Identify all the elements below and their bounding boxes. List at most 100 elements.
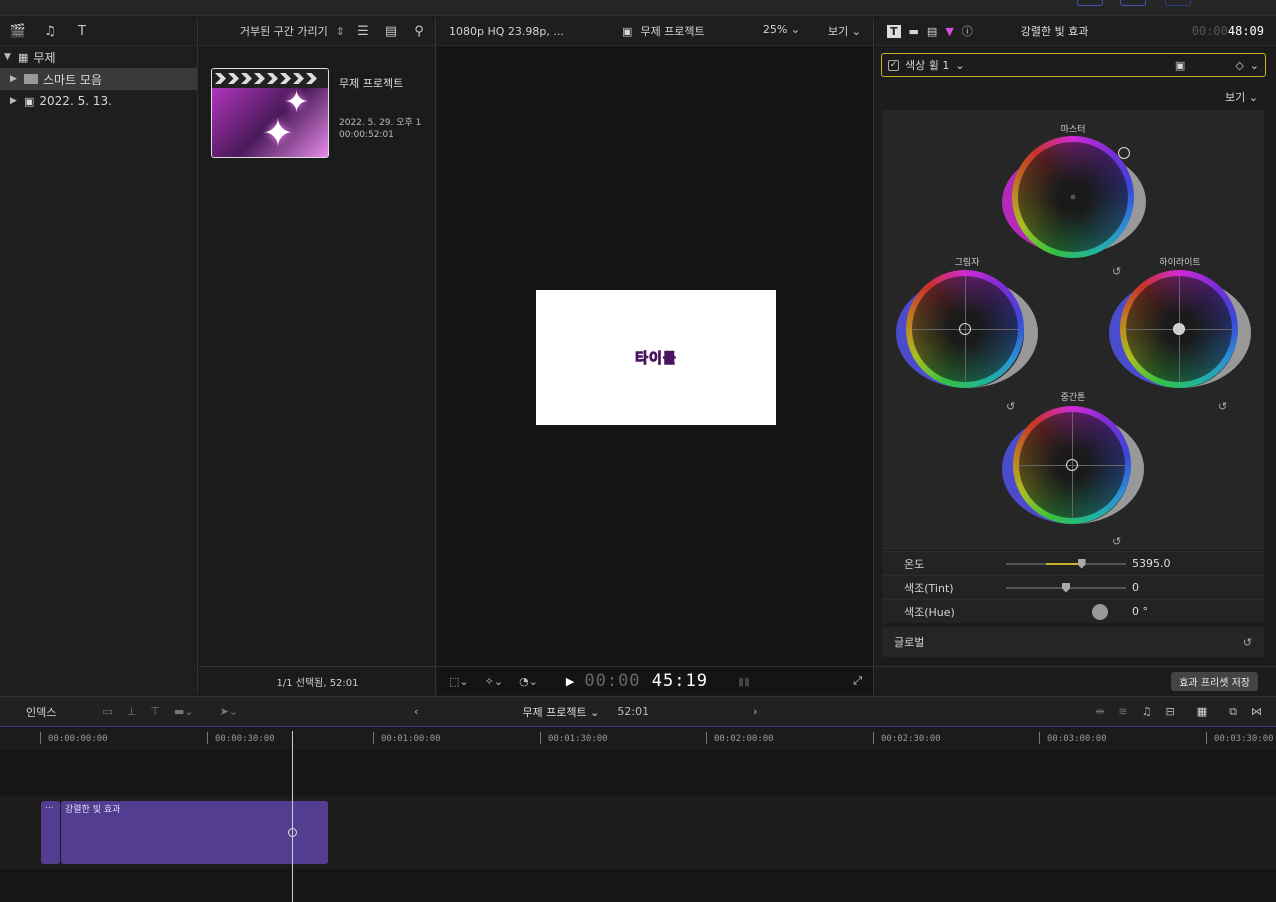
timeline-clip[interactable]: 강렬한 빛 효과 [61,801,328,864]
reset-icon[interactable]: ↺ [1243,636,1252,649]
effect-name[interactable]: 색상 휠 1 [905,57,949,73]
timeline-project-dropdown[interactable]: 무제 프로젝트 ⌄ [522,704,599,720]
hue-dial[interactable] [1092,603,1108,620]
shadows-color-wheel[interactable] [906,270,1024,388]
reset-icon[interactable]: ↺ [1218,400,1227,413]
overwrite-clip-icon[interactable]: ▬⌄ [174,705,194,718]
audio-meter: ▮▮ [737,674,751,688]
search-icon[interactable]: ⚲ [409,22,429,40]
enhance-wand-icon[interactable]: ✧⌄ [485,675,503,688]
timeline-tracks[interactable]: ... 강렬한 빛 효과 [0,750,1276,902]
effects-browser-icon[interactable]: ⧉ [1229,705,1237,719]
audio-skimming-icon[interactable]: ≋ [1118,705,1127,718]
param-value[interactable]: 5395.0 [1132,557,1171,570]
selection-status: 1/1 선택됨, 52:01 [199,666,436,695]
timeline-clip-label: 강렬한 빛 효과 [65,805,121,815]
reset-icon[interactable]: ↺ [1006,400,1015,413]
skimming-icon[interactable]: ⇹ [1095,705,1104,718]
library-item-untitled[interactable]: ▼ ▦ 무제 [0,46,197,68]
mask-icon[interactable]: ▣ [1175,59,1185,72]
zoom-value: 25% [762,23,788,36]
param-label: 색조(Tint) [904,581,954,595]
select-tool-icon[interactable]: ➤⌄ [220,705,238,718]
clapperboard-icon[interactable]: 🎬 [8,22,28,40]
global-label: 글로벌 [894,636,925,649]
reset-icon[interactable]: ↺ [1112,535,1121,548]
clip-appearance-icon[interactable]: ☰ [353,22,373,40]
midtones-color-wheel[interactable] [1013,406,1131,524]
global-section[interactable]: 글로벌 ↺ [882,627,1264,657]
top-indicator-2 [1120,0,1146,6]
titles-generators-icon[interactable]: T [72,22,92,40]
wheel-puck[interactable] [1118,147,1131,160]
connect-clip-icon[interactable]: ▭ [102,705,112,718]
ruler-label: 00:01:30:00 [548,734,608,744]
save-effects-preset-button[interactable]: 효과 프리셋 저장 [1171,671,1258,691]
inspector-timecode: 00:0048:09 [1192,24,1264,38]
chevron-updown-icon[interactable]: ⇕ [336,25,345,38]
music-photos-icon[interactable]: ♫ [40,22,60,40]
append-clip-icon[interactable]: ⊤ [150,705,160,718]
format-label[interactable]: 1080p HQ 23.98p, ... [449,25,564,38]
wheel-puck[interactable] [959,323,971,335]
param-value[interactable]: 0 [1132,581,1139,594]
param-label: 온도 [904,557,925,571]
timeline-ruler[interactable]: 00:00:00:00 00:00:30:00 00:01:00:00 00:0… [0,728,1276,750]
snapping-icon[interactable]: ⊟ [1166,705,1175,718]
text-inspector-icon[interactable]: T [887,24,901,38]
play-icon[interactable]: ▶ [566,675,574,688]
index-button[interactable]: 인덱스 [26,704,56,720]
back-arrow-icon[interactable]: ‹ [414,705,418,718]
highlights-color-wheel[interactable] [1120,270,1238,388]
wheel-puck[interactable] [1173,323,1185,335]
video-inspector-icon[interactable]: ▤ [927,25,937,38]
generator-inspector-icon[interactable]: ▬ [909,25,919,38]
insert-clip-icon[interactable]: ⊥ [127,705,137,718]
fullscreen-icon[interactable]: ⤢ [853,674,862,688]
view-dropdown[interactable]: 보기 ⌄ [828,23,861,39]
chevron-down-icon[interactable]: ⌄ [955,59,964,72]
disclosure-closed-icon[interactable]: ▶ [10,96,19,106]
temperature-slider[interactable] [1006,558,1126,569]
video-frame[interactable]: 타이틀 [536,290,776,425]
effect-enable-checkbox[interactable]: ✓ [888,59,899,71]
param-label: 색조(Hue) [904,605,955,619]
zoom-dropdown[interactable]: 25% ⌄ [763,23,800,39]
clip-duration: 00:00:52:01 [339,130,394,140]
forward-arrow-icon[interactable]: › [753,705,757,718]
wheel-puck[interactable] [1066,459,1078,471]
project-thumbnail[interactable]: ✦ ✦ [211,68,329,158]
window-top-bar [0,0,1276,16]
inspector-view-dropdown[interactable]: 보기 ⌄ [1225,89,1258,105]
keyframe-icon[interactable]: ◇ [1235,59,1243,72]
timeline-toolbar: 인덱스 ▭ ⊥ ⊤ ▬⌄ ➤⌄ ‹ 무제 프로젝트 ⌄ 52:01 › ⇹ ≋ … [0,696,1276,727]
clip-appearance-icon[interactable]: ▦ [1197,705,1207,718]
color-inspector-icon[interactable]: ▼ [945,25,953,38]
timecode-hours: 00:00 [584,671,641,691]
transitions-browser-icon[interactable]: ⋈ [1251,705,1262,718]
info-icon[interactable]: ⓘ [962,23,973,39]
master-color-wheel[interactable] [1012,136,1134,258]
transform-icon[interactable]: ⬚⌄ [449,675,469,688]
param-value[interactable]: 0 ° [1132,605,1148,618]
ruler-label: 00:02:30:00 [881,734,941,744]
playhead[interactable] [292,731,293,902]
disclosure-closed-icon[interactable]: ▶ [10,74,19,84]
chevron-down-icon[interactable]: ⌄ [1250,59,1259,72]
filter-dropdown[interactable]: 거부된 구간 가리기 [240,23,328,39]
ruler-label: 00:00:00:00 [48,734,108,744]
ruler-label: 00:00:30:00 [215,734,275,744]
hue-param: 색조(Hue) 0 ° [882,599,1264,623]
filmstrip-icon[interactable]: ▤ [381,22,401,40]
reset-icon[interactable]: ↺ [1112,265,1121,278]
effect-selector[interactable]: ✓ 색상 휠 1 ⌄ ▣ ◇ ⌄ [881,53,1266,77]
library-item-smart-collections[interactable]: ▶ 스마트 모음 [0,68,197,90]
clip-name[interactable]: 무제 프로젝트 [339,75,421,91]
view-label: 보기 [828,25,849,38]
disclosure-open-icon[interactable]: ▼ [4,52,13,62]
speed-gauge-icon[interactable]: ◔⌄ [519,675,538,688]
library-item-event[interactable]: ▶ ▣ 2022. 5. 13. [0,90,197,112]
headphones-icon[interactable]: ♫ [1142,705,1152,718]
tint-slider[interactable] [1006,582,1126,593]
timeline-clip-start[interactable]: ... [41,801,60,864]
